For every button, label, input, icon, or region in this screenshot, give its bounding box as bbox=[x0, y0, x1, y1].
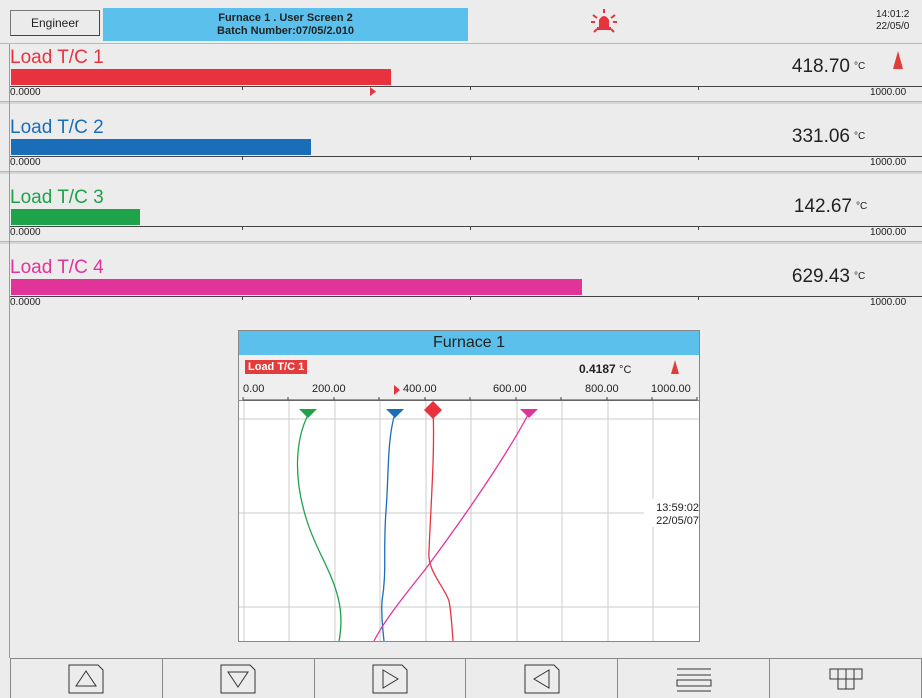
trend-header: Load T/C 1 0.4187 °C 0.00 200.00 400.00 … bbox=[239, 355, 699, 401]
bar-fill bbox=[11, 139, 311, 155]
scale-tick bbox=[698, 86, 699, 90]
trend-channel-value: 0.4187 °C bbox=[579, 362, 631, 376]
bar-fill bbox=[11, 279, 582, 295]
left-border bbox=[9, 44, 10, 658]
divider bbox=[0, 101, 922, 104]
trend-channel-name[interactable]: Load T/C 1 bbox=[245, 360, 308, 374]
channel-name: Load T/C 3 bbox=[10, 187, 104, 208]
scale-line bbox=[10, 86, 922, 87]
grid-icon bbox=[829, 668, 863, 689]
channel-bar-2[interactable]: Load T/C 2 331.06 °C 0.0000 1000.00 bbox=[0, 115, 922, 185]
trend-timestamp-time: 13:59:02 bbox=[656, 502, 699, 514]
trend-scale-axis bbox=[242, 397, 698, 401]
down-arrow-icon bbox=[220, 664, 256, 693]
scale-tick bbox=[698, 156, 699, 160]
status-bar: Engineer Furnace 1 . User Screen 2 Batch… bbox=[0, 0, 922, 44]
left-arrow-button[interactable] bbox=[466, 659, 619, 698]
scale-tick bbox=[242, 156, 243, 160]
scale-tick bbox=[242, 86, 243, 90]
scale-line bbox=[10, 156, 922, 157]
scale-high: 1000.00 bbox=[870, 227, 907, 238]
down-arrow-button[interactable] bbox=[163, 659, 315, 698]
right-arrow-button[interactable] bbox=[315, 659, 467, 698]
trend-value-unit: °C bbox=[619, 364, 632, 376]
alarm-high-icon bbox=[671, 360, 679, 374]
scale-high: 1000.00 bbox=[870, 87, 907, 98]
scale-low: 0.0000 bbox=[10, 227, 41, 238]
up-arrow-icon bbox=[68, 664, 104, 693]
scale-tick bbox=[698, 296, 699, 300]
scale-tick bbox=[698, 226, 699, 230]
alarm-bell-icon[interactable] bbox=[590, 8, 618, 36]
bar-fill bbox=[11, 209, 140, 225]
trend-value-number: 0.4187 bbox=[579, 362, 616, 376]
divider bbox=[0, 241, 922, 244]
bar-fill bbox=[11, 69, 391, 85]
title-line-2: Batch Number:07/05/2.010 bbox=[217, 25, 354, 37]
left-arrow-icon bbox=[524, 664, 560, 693]
menu-button[interactable] bbox=[618, 659, 771, 698]
scale-tick bbox=[470, 86, 471, 90]
channel-name: Load T/C 2 bbox=[10, 117, 104, 138]
trend-panel[interactable]: Furnace 1 Load T/C 1 0.4187 °C 0.00 200.… bbox=[238, 330, 700, 642]
scale-line bbox=[10, 296, 922, 297]
channel-bar-4[interactable]: Load T/C 4 629.43 °C 0.0000 1000.00 bbox=[0, 255, 922, 325]
title-line-1: Furnace 1 . User Screen 2 bbox=[218, 12, 353, 24]
bar-track bbox=[11, 279, 918, 295]
right-arrow-icon bbox=[372, 664, 408, 693]
trend-title: Furnace 1 bbox=[239, 331, 699, 355]
scale-high: 1000.00 bbox=[870, 297, 907, 308]
scale-high: 1000.00 bbox=[870, 157, 907, 168]
scale-tick bbox=[470, 226, 471, 230]
clock: 14:01:2 22/05/0 bbox=[876, 9, 922, 33]
scale-line bbox=[10, 226, 922, 227]
menu-icon bbox=[676, 668, 712, 691]
user-button[interactable]: Engineer bbox=[10, 10, 100, 36]
trend-chart: 13:59:02 22/05/07 bbox=[239, 401, 699, 641]
alarm-high-icon bbox=[893, 51, 903, 69]
grid-button[interactable] bbox=[770, 659, 922, 698]
bar-track bbox=[11, 69, 918, 85]
bar-track bbox=[11, 139, 918, 155]
clock-time: 14:01:2 bbox=[876, 9, 910, 20]
scale-low: 0.0000 bbox=[10, 87, 41, 98]
channel-bar-3[interactable]: Load T/C 3 142.67 °C 0.0000 1000.00 bbox=[0, 185, 922, 255]
trend-setpoint-marker bbox=[394, 385, 400, 395]
scale-tick bbox=[470, 296, 471, 300]
clock-date: 22/05/0 bbox=[876, 21, 910, 32]
channel-bar-1[interactable]: Load T/C 1 418.70 °C 0.0000 1000.00 bbox=[0, 45, 922, 115]
alarm-setpoint-marker bbox=[370, 87, 376, 96]
up-arrow-button[interactable] bbox=[11, 659, 163, 698]
scale-tick bbox=[242, 226, 243, 230]
trend-timestamp-date: 22/05/07 bbox=[656, 515, 699, 527]
scale-low: 0.0000 bbox=[10, 297, 41, 308]
bar-track bbox=[11, 209, 918, 225]
channel-name: Load T/C 4 bbox=[10, 257, 104, 278]
channel-name: Load T/C 1 bbox=[10, 47, 104, 68]
screen-title[interactable]: Furnace 1 . User Screen 2 Batch Number:0… bbox=[103, 8, 468, 41]
scale-low: 0.0000 bbox=[10, 157, 41, 168]
scale-tick bbox=[242, 296, 243, 300]
softkey-bar bbox=[10, 658, 922, 698]
divider bbox=[0, 171, 922, 174]
scale-tick bbox=[470, 156, 471, 160]
